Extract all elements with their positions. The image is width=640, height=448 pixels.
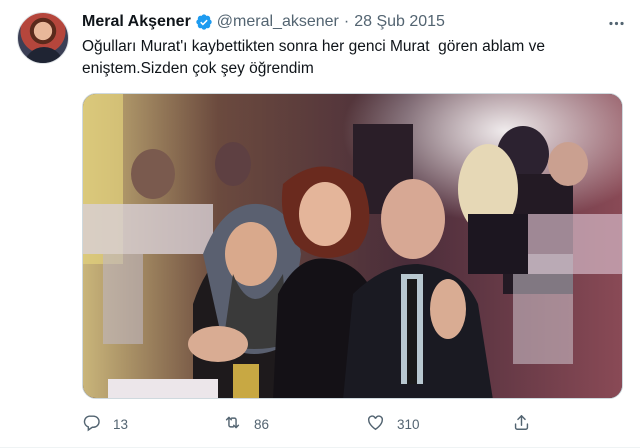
retweet-icon — [223, 413, 242, 435]
share-icon — [512, 413, 531, 435]
tweet-actions: 13 86 310 — [82, 412, 622, 436]
photo-image — [83, 94, 622, 398]
like-button[interactable]: 310 — [366, 412, 420, 436]
reply-icon — [82, 413, 101, 435]
author-handle[interactable]: @meral_aksener — [217, 13, 339, 31]
retweet-count: 86 — [254, 416, 270, 432]
verified-badge-icon — [195, 13, 213, 31]
heart-icon — [366, 413, 385, 435]
like-count: 310 — [397, 416, 420, 432]
share-button[interactable] — [512, 412, 531, 436]
tweet[interactable]: Meral Akşener @meral_aksener · 28 Şub 20… — [0, 0, 640, 448]
reply-count: 13 — [113, 416, 129, 432]
tweet-photo[interactable] — [82, 93, 623, 399]
tweet-text: Oğulları Murat'ı kaybettikten sonra her … — [82, 38, 546, 77]
retweet-button[interactable]: 86 — [223, 412, 269, 436]
tweet-header: Meral Akşener @meral_aksener · 28 Şub 20… — [82, 11, 445, 33]
tweet-date[interactable]: 28 Şub 2015 — [354, 13, 445, 31]
avatar[interactable] — [17, 12, 69, 64]
more-icon[interactable] — [604, 11, 628, 35]
separator-dot: · — [343, 13, 350, 30]
reply-button[interactable]: 13 — [82, 412, 128, 436]
author-name[interactable]: Meral Akşener — [82, 13, 191, 31]
